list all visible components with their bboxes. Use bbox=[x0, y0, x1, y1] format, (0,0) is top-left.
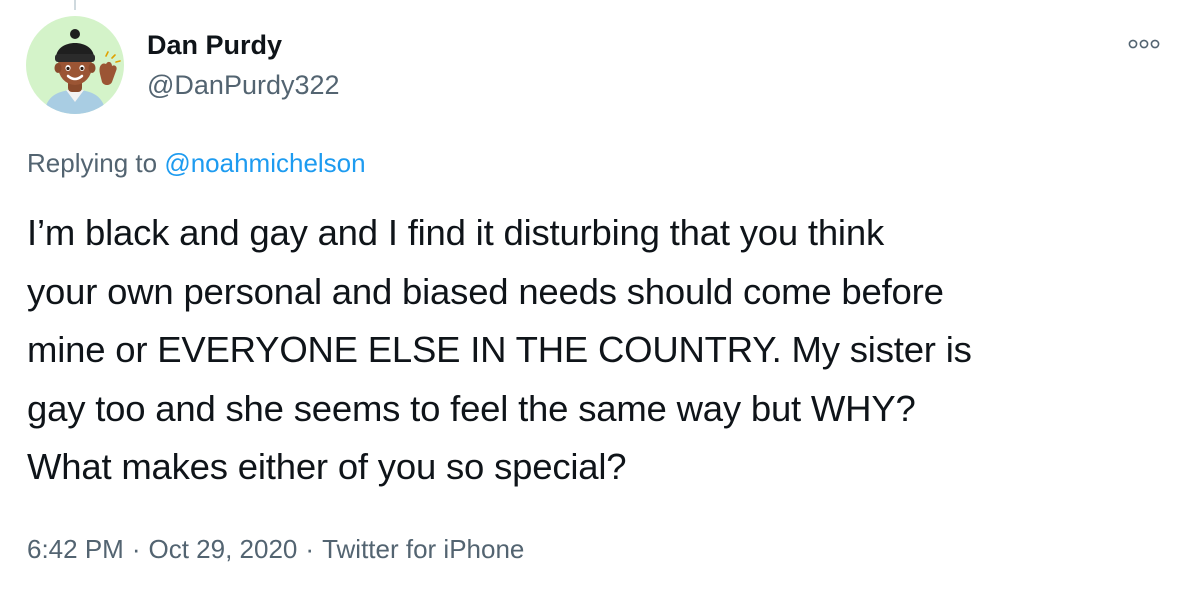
memoji-avatar-icon bbox=[44, 29, 121, 114]
more-options-button[interactable] bbox=[1124, 34, 1164, 54]
tweet-metadata: 6:42 PM · Oct 29, 2020 · Twitter for iPhone bbox=[27, 534, 524, 565]
author-handle[interactable]: @DanPurdy322 bbox=[147, 70, 340, 101]
replying-to-label: Replying to bbox=[27, 148, 158, 178]
tweet-text-line: gay too and she seems to feel the same w… bbox=[27, 387, 916, 429]
tweet-text-line: I’m black and gay and I find it disturbi… bbox=[27, 212, 884, 253]
thread-connector-line bbox=[74, 0, 76, 10]
meta-separator: · bbox=[305, 534, 315, 564]
tweet-text-line: your own personal and biased needs shoul… bbox=[27, 270, 944, 312]
meta-separator: · bbox=[131, 534, 141, 564]
replying-to: Replying to @noahmichelson bbox=[27, 148, 366, 179]
tweet-date-link[interactable]: Oct 29, 2020 bbox=[149, 534, 298, 564]
tweet-time-link[interactable]: 6:42 PM bbox=[27, 534, 124, 564]
tweet-source: Twitter for iPhone bbox=[322, 534, 525, 564]
avatar[interactable] bbox=[26, 16, 124, 114]
more-options-icon bbox=[1128, 39, 1160, 49]
tweet-text: I’m black and gay and I find it disturbi… bbox=[27, 204, 1177, 497]
reply-mention-link[interactable]: @noahmichelson bbox=[164, 148, 365, 178]
author-display-name[interactable]: Dan Purdy bbox=[147, 30, 282, 61]
tweet-text-line: mine or EVERYONE ELSE IN THE COUNTRY. My… bbox=[27, 329, 972, 370]
tweet-text-line: What makes either of you so special? bbox=[27, 446, 627, 487]
